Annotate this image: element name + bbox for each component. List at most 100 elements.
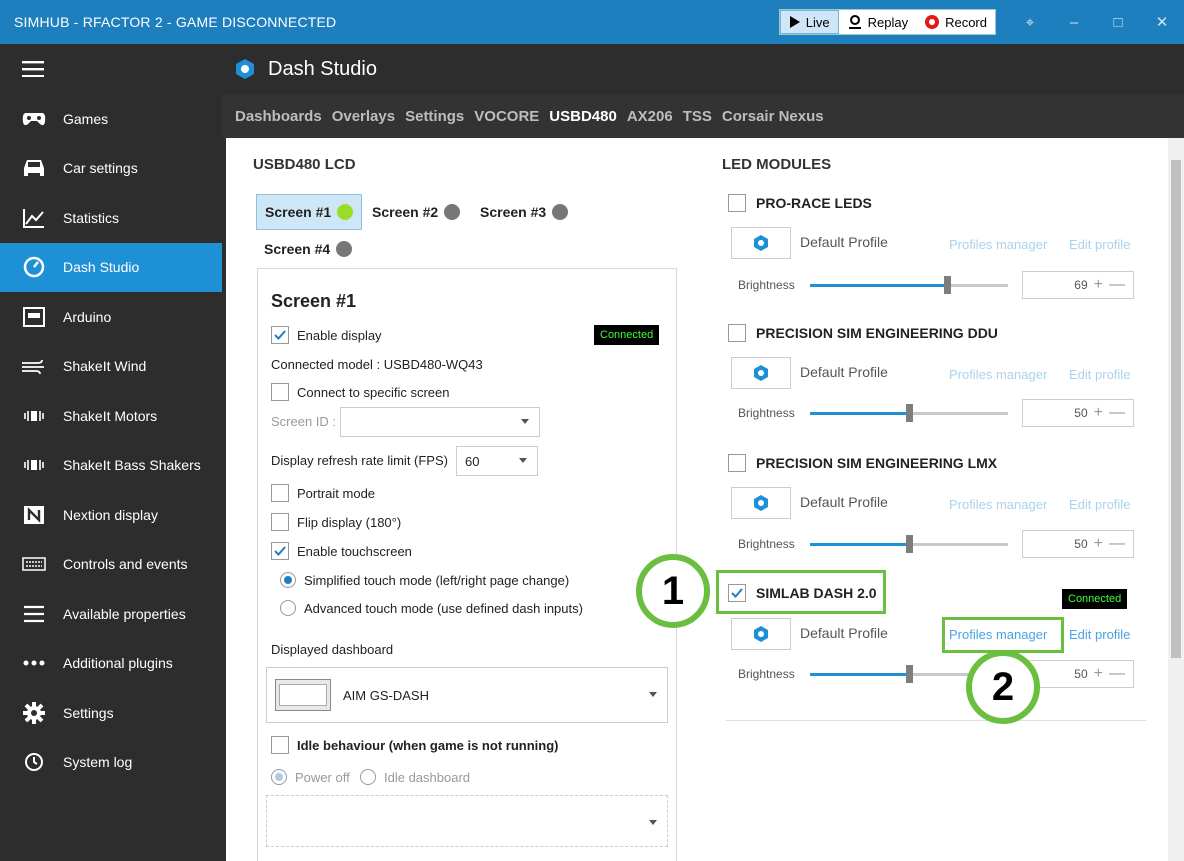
slider-thumb[interactable]: [943, 276, 951, 294]
sidebar-item-shakeit-wind[interactable]: ShakeIt Wind: [0, 342, 222, 392]
plus-icon[interactable]: +: [1094, 276, 1103, 294]
screen-tab-1[interactable]: Screen #1: [256, 194, 363, 230]
profiles-manager-link[interactable]: Profiles manager: [949, 367, 1047, 382]
plus-icon[interactable]: +: [1094, 404, 1103, 422]
checkbox-icon: [271, 383, 289, 401]
vertical-scrollbar[interactable]: [1168, 138, 1184, 861]
arduino-icon: [22, 305, 46, 329]
profile-icon-button[interactable]: [731, 487, 791, 519]
minus-icon[interactable]: —: [1109, 665, 1125, 683]
brightness-stepper[interactable]: 69 + —: [1022, 271, 1134, 299]
record-button[interactable]: Record: [916, 10, 995, 34]
slider-thumb[interactable]: [906, 535, 913, 553]
led-module-checkbox[interactable]: PRECISION SIM ENGINEERING LMX: [728, 454, 997, 472]
profiles-manager-link[interactable]: Profiles manager: [949, 237, 1047, 252]
sidebar-item-statistics[interactable]: Statistics: [0, 193, 222, 243]
minimize-icon[interactable]: –: [1052, 14, 1096, 31]
dashboard-select[interactable]: AIM GS-DASH: [266, 667, 668, 723]
replay-button[interactable]: Replay: [839, 10, 916, 34]
idle-behaviour-label: Idle behaviour (when game is not running…: [297, 737, 559, 753]
edit-profile-link[interactable]: Edit profile: [1069, 627, 1130, 642]
led-module-name: PRECISION SIM ENGINEERING DDU: [756, 325, 998, 341]
edit-profile-link[interactable]: Edit profile: [1069, 237, 1130, 252]
scrollbar-thumb[interactable]: [1171, 160, 1181, 658]
profile-icon-button[interactable]: [731, 618, 791, 650]
idle-dashboard-radio[interactable]: Idle dashboard: [360, 769, 470, 785]
radio-selected-icon: [280, 572, 296, 588]
checkbox-icon: [271, 484, 289, 502]
sidebar-item-arduino[interactable]: Arduino: [0, 292, 222, 342]
brightness-stepper[interactable]: 50 + —: [1022, 399, 1134, 427]
slider-fill: [810, 543, 909, 546]
led-module-name: PRECISION SIM ENGINEERING LMX: [756, 455, 998, 471]
sidebar-item-car-settings[interactable]: Car settings: [0, 144, 222, 194]
screen-id-select[interactable]: [340, 407, 540, 437]
power-off-radio[interactable]: Power off: [271, 769, 350, 785]
brightness-slider[interactable]: [810, 276, 1008, 294]
sidebar-item-available-properties[interactable]: Available properties: [0, 589, 222, 639]
enable-touchscreen-checkbox[interactable]: Enable touchscreen: [271, 542, 412, 560]
sidebar-item-shakeit-motors[interactable]: ShakeIt Motors: [0, 391, 222, 441]
slider-thumb[interactable]: [906, 665, 913, 683]
tab-settings[interactable]: Settings: [405, 108, 464, 125]
screen-tab-4[interactable]: Screen #4: [256, 231, 360, 267]
list-icon: [22, 602, 46, 626]
minus-icon[interactable]: —: [1109, 404, 1125, 422]
simplified-touch-radio[interactable]: Simplified touch mode (left/right page c…: [280, 572, 569, 588]
tab-overlays[interactable]: Overlays: [332, 108, 395, 125]
status-dot-icon: [552, 204, 569, 220]
profiles-manager-link[interactable]: Profiles manager: [949, 497, 1047, 512]
maximize-icon[interactable]: □: [1096, 14, 1140, 31]
screen-tab-2[interactable]: Screen #2: [364, 194, 468, 230]
edit-profile-link[interactable]: Edit profile: [1069, 367, 1130, 382]
minus-icon[interactable]: —: [1109, 276, 1125, 294]
plus-icon[interactable]: +: [1094, 665, 1103, 683]
screen-tab-3[interactable]: Screen #3: [472, 194, 576, 230]
flip-display-checkbox[interactable]: Flip display (180°): [271, 513, 401, 531]
hamburger-menu-button[interactable]: [0, 44, 222, 94]
tab-corsair-nexus[interactable]: Corsair Nexus: [722, 108, 824, 125]
live-button[interactable]: Live: [779, 10, 839, 34]
sidebar-item-shakeit-bass-shakers[interactable]: ShakeIt Bass Shakers: [0, 441, 222, 491]
connect-specific-checkbox[interactable]: Connect to specific screen: [271, 383, 449, 401]
tab-usbd480[interactable]: USBD480: [549, 108, 617, 125]
enable-display-checkbox[interactable]: Enable display: [271, 326, 382, 344]
sidebar-item-settings[interactable]: Settings: [0, 688, 222, 738]
brightness-label: Brightness: [738, 537, 795, 551]
edit-profile-link[interactable]: Edit profile: [1069, 497, 1130, 512]
profile-icon-button[interactable]: [731, 357, 791, 389]
profile-icon-button[interactable]: [731, 227, 791, 259]
tab-vocore[interactable]: VOCORE: [474, 108, 539, 125]
led-module-checkbox[interactable]: SIMLAB DASH 2.0: [728, 584, 877, 602]
chevron-down-icon: [519, 458, 527, 463]
pin-icon[interactable]: ⌖: [1008, 14, 1052, 31]
plus-icon[interactable]: +: [1094, 535, 1103, 553]
sidebar-item-label: Dash Studio: [63, 259, 140, 276]
advanced-touch-radio[interactable]: Advanced touch mode (use defined dash in…: [280, 600, 583, 616]
sidebar-item-dash-studio[interactable]: Dash Studio: [0, 242, 222, 292]
tab-ax206[interactable]: AX206: [627, 108, 673, 125]
sidebar-item-additional-plugins[interactable]: Additional plugins: [0, 639, 222, 689]
brightness-slider[interactable]: [810, 404, 1008, 422]
sidebar-item-nextion-display[interactable]: Nextion display: [0, 490, 222, 540]
brightness-slider[interactable]: [810, 535, 1008, 553]
tab-tss[interactable]: TSS: [683, 108, 712, 125]
brightness-stepper[interactable]: 50 + —: [1022, 530, 1134, 558]
sidebar-item-games[interactable]: Games: [0, 94, 222, 144]
led-module-checkbox[interactable]: PRECISION SIM ENGINEERING DDU: [728, 324, 998, 342]
profiles-manager-link[interactable]: Profiles manager: [949, 627, 1047, 642]
led-module-checkbox[interactable]: PRO-RACE LEDS: [728, 194, 872, 212]
idle-behaviour-checkbox[interactable]: Idle behaviour (when game is not running…: [271, 736, 558, 754]
more-icon: [22, 651, 46, 675]
minus-icon[interactable]: —: [1109, 535, 1125, 553]
sidebar-item-system-log[interactable]: System log: [0, 738, 222, 788]
portrait-mode-checkbox[interactable]: Portrait mode: [271, 484, 375, 502]
live-label: Live: [805, 14, 830, 30]
refresh-rate-select[interactable]: 60: [456, 446, 538, 476]
enable-display-label: Enable display: [297, 327, 382, 343]
idle-dashboard-select[interactable]: [266, 795, 668, 847]
slider-thumb[interactable]: [906, 404, 913, 422]
close-icon[interactable]: ✕: [1140, 13, 1184, 31]
tab-dashboards[interactable]: Dashboards: [235, 108, 322, 125]
sidebar-item-controls-and-events[interactable]: Controls and events: [0, 540, 222, 590]
